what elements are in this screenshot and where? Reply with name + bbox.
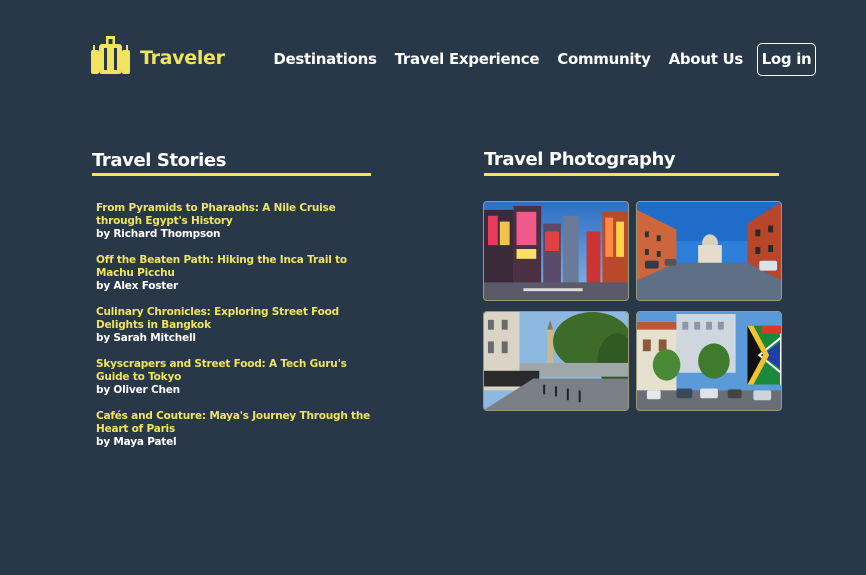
nav-travel-experience[interactable]: Travel Experience xyxy=(395,50,540,68)
story-title-link[interactable]: From Pyramids to Pharaohs: A Nile Cruise… xyxy=(96,202,371,228)
rome-street-photo[interactable] xyxy=(636,201,782,301)
list-item: Off the Beaten Path: Hiking the Inca Tra… xyxy=(96,254,371,293)
story-author: by Alex Foster xyxy=(96,280,179,292)
story-title-link[interactable]: Skyscrapers and Street Food: A Tech Guru… xyxy=(96,358,371,384)
story-title-link[interactable]: Cafés and Couture: Maya's Journey Throug… xyxy=(96,410,371,436)
nav-about-us[interactable]: About Us xyxy=(669,50,744,68)
login-button[interactable]: Log in xyxy=(757,42,816,76)
list-item: Skyscrapers and Street Food: A Tech Guru… xyxy=(96,358,371,397)
list-item: Culinary Chronicles: Exploring Street Fo… xyxy=(96,306,371,345)
brand-name: Traveler xyxy=(140,47,225,69)
stories-heading: Travel Stories xyxy=(92,150,227,171)
photography-underline xyxy=(484,173,779,176)
list-item: Cafés and Couture: Maya's Journey Throug… xyxy=(96,410,371,449)
london-street-photo[interactable] xyxy=(483,311,629,411)
luggage-icon xyxy=(89,34,132,82)
story-title-link[interactable]: Off the Beaten Path: Hiking the Inca Tra… xyxy=(96,254,371,280)
tokyo-street-photo[interactable] xyxy=(483,201,629,301)
photography-heading: Travel Photography xyxy=(484,149,676,170)
list-item: From Pyramids to Pharaohs: A Nile Cruise… xyxy=(96,202,371,241)
story-author: by Richard Thompson xyxy=(96,228,221,240)
story-author: by Maya Patel xyxy=(96,436,177,448)
story-author: by Oliver Chen xyxy=(96,384,180,396)
story-list: From Pyramids to Pharaohs: A Nile Cruise… xyxy=(96,202,371,462)
story-author: by Sarah Mitchell xyxy=(96,332,196,344)
story-title-link[interactable]: Culinary Chronicles: Exploring Street Fo… xyxy=(96,306,371,332)
stories-underline xyxy=(92,173,371,176)
nav-destinations[interactable]: Destinations xyxy=(273,50,377,68)
main-nav: Destinations Travel Experience Community… xyxy=(255,42,816,76)
south-africa-street-photo[interactable] xyxy=(636,311,782,411)
nav-community[interactable]: Community xyxy=(557,50,651,68)
logo[interactable]: Traveler xyxy=(89,34,225,82)
